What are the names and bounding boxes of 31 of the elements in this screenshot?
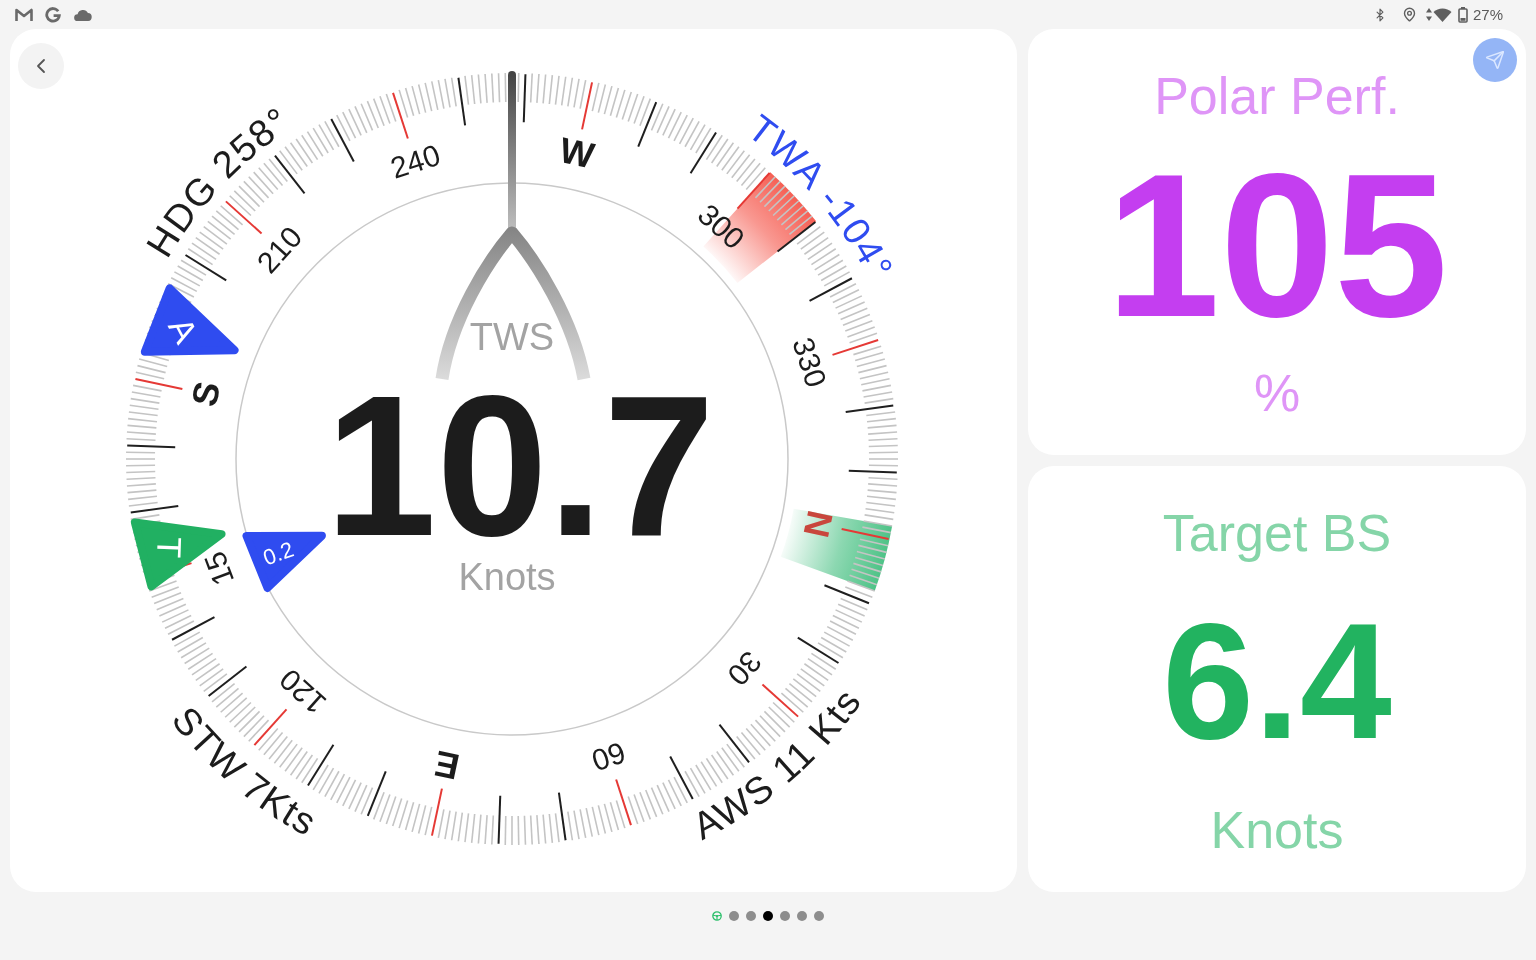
pointer-tag: A xyxy=(140,284,239,356)
metric-unit: Knots xyxy=(1210,803,1344,856)
up-down-arrows-icon xyxy=(1425,8,1432,21)
cloud-icon xyxy=(73,8,92,21)
readout-label: TWS xyxy=(469,316,555,358)
readout-value: 10.7 xyxy=(325,391,715,541)
g-logo-icon xyxy=(45,6,61,23)
scale-label: 15 xyxy=(197,547,241,590)
scale-label: 120 xyxy=(272,662,333,721)
scale-label: N xyxy=(795,507,841,542)
paper-plane-icon xyxy=(1485,50,1505,70)
scale-label: 240 xyxy=(386,137,445,185)
pointer-tag: 0.2 xyxy=(242,531,326,592)
readout-unit: Knots xyxy=(458,556,556,598)
steering-wheel-icon[interactable] xyxy=(712,911,722,921)
m-logo-icon xyxy=(15,7,33,22)
scale-label: 210 xyxy=(250,219,309,280)
location-pin-icon xyxy=(1401,7,1417,22)
metric-value: 105 xyxy=(1105,141,1448,347)
scale-label: 60 xyxy=(587,735,630,778)
scale-label: E xyxy=(430,742,463,788)
metric-title: Polar Perf. xyxy=(1154,69,1400,122)
battery-icon xyxy=(1457,6,1468,23)
metric-unit: % xyxy=(1253,366,1301,419)
scale-label: 330 xyxy=(786,333,834,392)
scale-label: 300 xyxy=(691,197,752,256)
scale-label: 30 xyxy=(721,645,769,692)
scale-label: W xyxy=(556,129,598,177)
scale-label: S xyxy=(183,377,229,410)
metric-value: 6.4 xyxy=(1162,598,1392,764)
battery-percentage: 27% xyxy=(1472,7,1503,22)
